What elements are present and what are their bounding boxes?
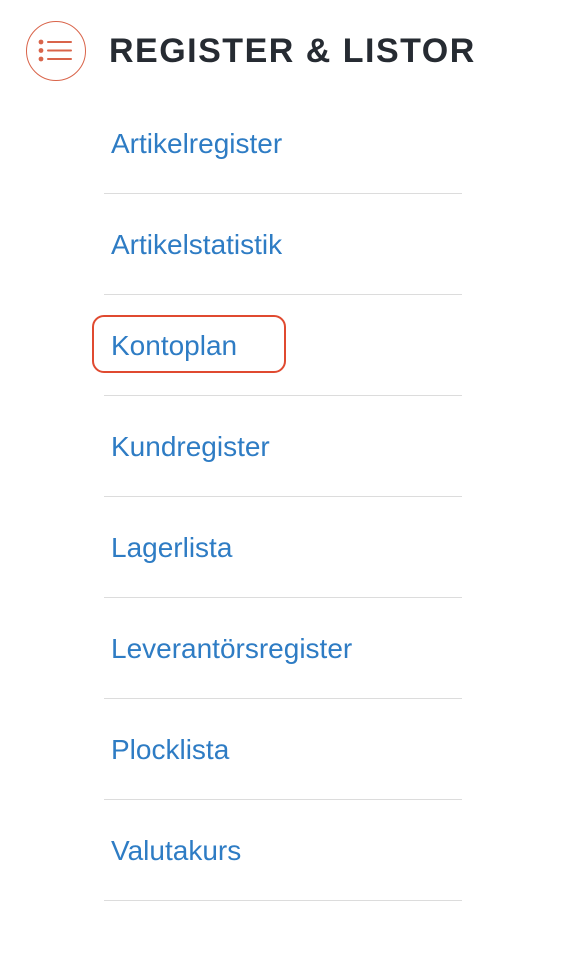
link-plocklista[interactable]: Plocklista (111, 733, 229, 767)
link-artikelstatistik[interactable]: Artikelstatistik (111, 228, 282, 262)
register-link-list: Artikelregister Artikelstatistik Kontopl… (92, 93, 462, 901)
list-item: Artikelregister (104, 93, 462, 194)
link-kundregister[interactable]: Kundregister (111, 430, 270, 464)
link-kontoplan[interactable]: Kontoplan (111, 329, 237, 363)
link-leverantorsregister[interactable]: Leverantörsregister (111, 632, 352, 666)
list-item: Kontoplan (92, 295, 462, 396)
list-item: Leverantörsregister (104, 598, 462, 699)
section-header: REGISTER & LISTOR (0, 0, 562, 104)
link-lagerlista[interactable]: Lagerlista (111, 531, 232, 565)
link-artikelregister[interactable]: Artikelregister (111, 127, 282, 161)
list-item: Plocklista (104, 699, 462, 800)
list-item: Kundregister (104, 396, 462, 497)
list-menu-icon[interactable] (26, 21, 86, 81)
section-title: REGISTER & LISTOR (109, 32, 476, 70)
list-item: Valutakurs (104, 800, 462, 901)
list-item: Lagerlista (104, 497, 462, 598)
link-valutakurs[interactable]: Valutakurs (111, 834, 241, 868)
list-item: Artikelstatistik (104, 194, 462, 295)
